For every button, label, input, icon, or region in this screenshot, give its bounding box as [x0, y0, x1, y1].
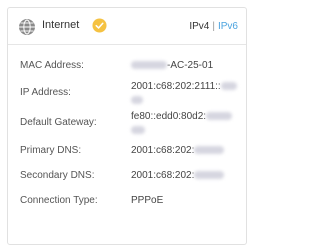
ip-version-switch: IPv4 | IPv6 — [189, 21, 238, 32]
secondary-dns-text: 2001:c68:202: — [131, 170, 195, 181]
check-circle-icon — [92, 18, 107, 33]
connection-type-label: Connection Type: — [20, 195, 98, 206]
secondary-dns-value: 2001:c68:202: — [131, 170, 243, 181]
redacted-blur — [206, 112, 233, 121]
redacted-blur — [131, 61, 167, 70]
ip-address-text: 2001:c68:202:2111:: — [131, 81, 221, 92]
redacted-blur — [194, 146, 225, 155]
redacted-blur — [131, 126, 145, 134]
mac-address-text: -AC-25-01 — [167, 60, 214, 71]
default-gateway-value: fe80::edd0:80d2: — [131, 111, 243, 134]
primary-dns-text: 2001:c68:202: — [131, 145, 195, 156]
internet-status-panel: Internet IPv4 | IPv6 MAC Address: -AC-25-0… — [7, 7, 247, 245]
primary-dns-value: 2001:c68:202: — [131, 145, 243, 156]
ipv6-tab[interactable]: IPv6 — [218, 21, 238, 32]
redacted-blur — [194, 171, 225, 180]
connection-type-value: PPPoE — [131, 195, 164, 206]
ip-address-value: 2001:c68:202:2111:: — [131, 81, 243, 104]
default-gateway-text: fe80::edd0:80d2: — [131, 111, 207, 122]
default-gateway-label: Default Gateway: — [20, 117, 97, 128]
mac-address-value: -AC-25-01 — [131, 60, 243, 71]
panel-title: Internet — [42, 19, 80, 31]
redacted-blur — [131, 96, 143, 104]
panel-header: Internet IPv4 | IPv6 — [8, 8, 246, 45]
ip-address-label: IP Address: — [20, 87, 71, 98]
mac-address-label: MAC Address: — [20, 60, 84, 71]
ipv4-tab[interactable]: IPv4 — [189, 21, 209, 32]
tab-separator: | — [212, 21, 215, 32]
redacted-blur — [220, 82, 237, 91]
secondary-dns-label: Secondary DNS: — [20, 170, 95, 181]
globe-icon — [19, 19, 35, 35]
primary-dns-label: Primary DNS: — [20, 145, 82, 156]
